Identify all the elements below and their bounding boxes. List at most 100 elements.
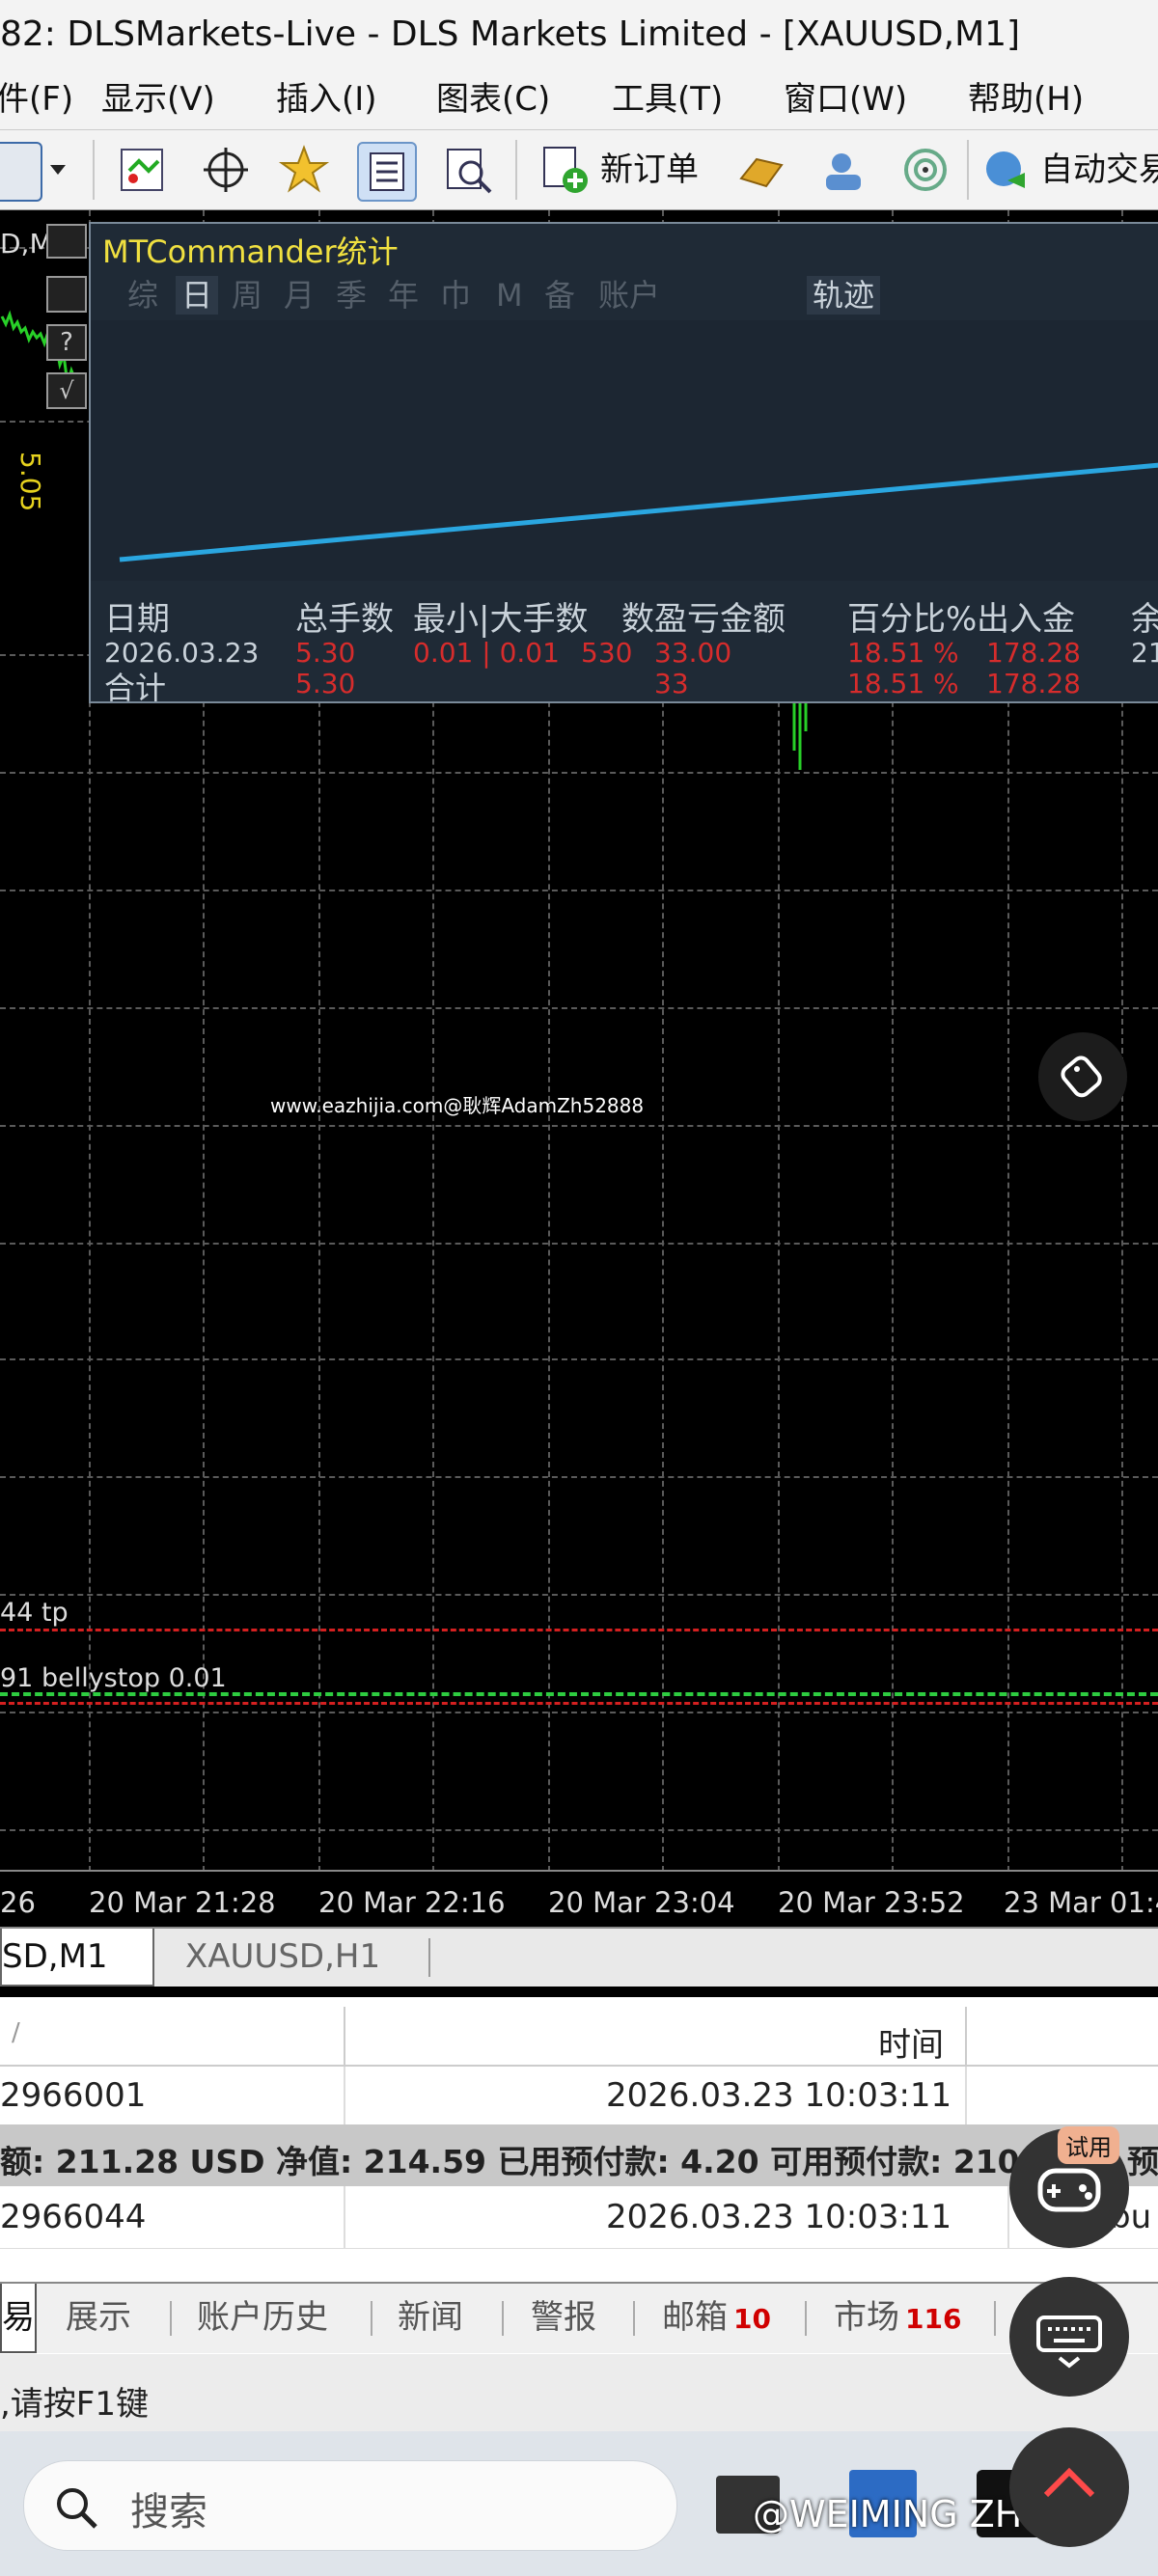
row-inout: 178.28 — [986, 637, 1081, 669]
auto-trading-button[interactable]: 自动交易 — [1040, 130, 1158, 209]
total-label: 合计 — [104, 670, 167, 703]
order-id: 2966044 — [0, 2198, 147, 2236]
col-pct: 百分比% — [847, 600, 978, 639]
tab-quarter[interactable]: 季 — [336, 276, 367, 315]
tab-custom[interactable]: 巾 — [440, 276, 471, 315]
scroll-up-button[interactable] — [1009, 2427, 1129, 2547]
tab-m[interactable]: M — [496, 276, 523, 315]
mailbox-count-badge: 10 — [733, 2303, 771, 2335]
col-time-header: 时间 — [878, 2026, 944, 2065]
order-label: 91 bellystop 0.01 — [0, 1663, 227, 1693]
chart-tab-m1[interactable]: SD,M1 — [0, 1929, 154, 1987]
tab-news[interactable]: 新闻 — [398, 2284, 463, 2351]
new-order-icon[interactable] — [537, 142, 593, 198]
tab-exposure[interactable]: 展示 — [66, 2284, 131, 2351]
order-line-sell[interactable] — [0, 1702, 1158, 1705]
chevron-up-icon — [1043, 2467, 1095, 2498]
toolbar: 新订单 自动交易 — [0, 130, 1158, 211]
market-count-badge: 116 — [905, 2303, 962, 2335]
menu-insert[interactable]: 插入(I) — [276, 69, 377, 129]
taskbar-search[interactable]: 搜索 — [23, 2460, 677, 2551]
tester-icon[interactable] — [440, 142, 496, 198]
gold-bar-icon[interactable] — [733, 142, 789, 198]
save-icon[interactable] — [0, 142, 42, 202]
x-tick-5: 23 Mar 01:4 — [1004, 1886, 1158, 1919]
chart-side-button-1[interactable] — [46, 224, 87, 259]
window-titlebar: 82: DLSMarkets-Live - DLS Markets Limite… — [0, 0, 1158, 69]
keyboard-icon — [1036, 2316, 1102, 2369]
chart-side-button-2[interactable] — [46, 276, 87, 313]
tp-label: 44 tp — [0, 1598, 69, 1628]
col-inout: 出入金 — [977, 600, 1075, 639]
tab-all[interactable]: 综 — [127, 276, 158, 315]
tab-account[interactable]: 账户 — [598, 276, 660, 315]
row-count: 530 — [581, 637, 633, 669]
total-inout: 178.28 — [986, 668, 1081, 699]
x-tick-3: 20 Mar 23:04 — [548, 1886, 735, 1919]
tab-account-history[interactable]: 账户历史 — [197, 2284, 328, 2351]
tab-month[interactable]: 月 — [284, 276, 315, 315]
track-button[interactable]: 轨迹 — [807, 276, 881, 315]
menu-tools[interactable]: 工具(T) — [612, 69, 723, 129]
tab-mailbox-label: 邮箱 — [662, 2298, 728, 2337]
tag-icon — [1061, 1055, 1102, 1098]
equity-plot — [91, 320, 1158, 581]
col-balance: 余 — [1131, 592, 1158, 640]
menu-file[interactable]: 文件(F) — [0, 69, 73, 129]
chart-tab-h1-label: XAUUSD,H1 — [185, 1937, 381, 1976]
accounts-icon[interactable] — [816, 142, 872, 198]
auto-trading-icon[interactable] — [979, 142, 1034, 198]
tab-alerts[interactable]: 警报 — [531, 2284, 596, 2351]
total-pct: 18.51 % — [847, 668, 959, 699]
tab-backup[interactable]: 备 — [544, 276, 575, 315]
tab-week[interactable]: 周 — [232, 276, 262, 315]
chart-watermark: www.eazhijia.com@耿辉AdamZh52888 — [270, 1094, 645, 1117]
tab-trade-label: 易 — [2, 2298, 35, 2337]
new-order-button[interactable]: 新订单 — [600, 130, 699, 209]
menu-chart[interactable]: 图表(C) — [436, 69, 550, 129]
terminal-tabs: 易 展示 账户历史 新闻 警报 邮箱10 市场116 信号 — [0, 2282, 1158, 2353]
tab-year[interactable]: 年 — [388, 276, 419, 315]
menu-help[interactable]: 帮助(H) — [968, 69, 1084, 129]
order-time: 2026.03.23 10:03:11 — [606, 2076, 952, 2115]
x-tick-4: 20 Mar 23:52 — [778, 1886, 965, 1919]
dropdown-arrow-icon[interactable] — [44, 142, 73, 198]
row-pct: 18.51 % — [847, 637, 959, 669]
tp-line[interactable] — [0, 1629, 1158, 1631]
tab-day[interactable]: 日 — [176, 276, 219, 315]
col-total-lots: 总手数 — [295, 600, 394, 639]
tab-market[interactable]: 市场 116 — [834, 2284, 961, 2351]
chart-tab-h1[interactable]: XAUUSD,H1 — [185, 1929, 380, 1985]
col-count: 数 — [621, 600, 654, 639]
tab-mailbox[interactable]: 邮箱 10 — [662, 2284, 771, 2351]
account-summary-tail: 预 — [1127, 2143, 1158, 2180]
keyboard-button[interactable] — [1009, 2277, 1129, 2397]
menu-view[interactable]: 显示(V) — [101, 69, 215, 129]
x-tick-0: 26 — [0, 1886, 36, 1919]
total-lots: 5.30 — [295, 668, 356, 699]
help-icon[interactable]: ? — [46, 324, 87, 361]
tab-alerts-label: 警报 — [531, 2298, 596, 2337]
tab-account-history-label: 账户历史 — [197, 2298, 328, 2337]
table-row[interactable]: 2966044 2026.03.23 10:03:11 bu — [0, 2186, 1158, 2249]
mtcommander-stats-panel: MTCommander统计 综 日 周 月 季 年 巾 M 备 账户 轨迹 日期… — [89, 222, 1158, 703]
terminal-header: / 时间 — [0, 2007, 1158, 2067]
market-watch-icon[interactable] — [114, 142, 170, 198]
search-placeholder: 搜索 — [130, 2490, 207, 2535]
navigator-icon[interactable] — [357, 142, 417, 202]
window-title: 82: DLSMarkets-Live - DLS Markets Limite… — [0, 14, 1021, 54]
check-icon[interactable]: √ — [46, 372, 87, 409]
crosshair-icon[interactable] — [198, 142, 254, 198]
menu-window[interactable]: 窗口(W) — [784, 69, 907, 129]
tag-button[interactable] — [1038, 1032, 1127, 1121]
signals-icon[interactable] — [897, 142, 953, 198]
col-date: 日期 — [104, 600, 170, 639]
trial-badge: 试用 — [1058, 2126, 1119, 2164]
account-summary: 额: 211.28 USD 净值: 214.59 已用预付款: 4.20 可用预… — [0, 2143, 1020, 2180]
tab-trade[interactable]: 易 — [0, 2284, 37, 2353]
table-row[interactable]: 2966001 2026.03.23 10:03:11 — [0, 2067, 1158, 2125]
col-order-header: / — [12, 2018, 20, 2047]
row-balance: 21 — [1131, 637, 1158, 669]
favorites-icon[interactable] — [276, 142, 332, 198]
x-tick-1: 20 Mar 21:28 — [89, 1886, 276, 1919]
